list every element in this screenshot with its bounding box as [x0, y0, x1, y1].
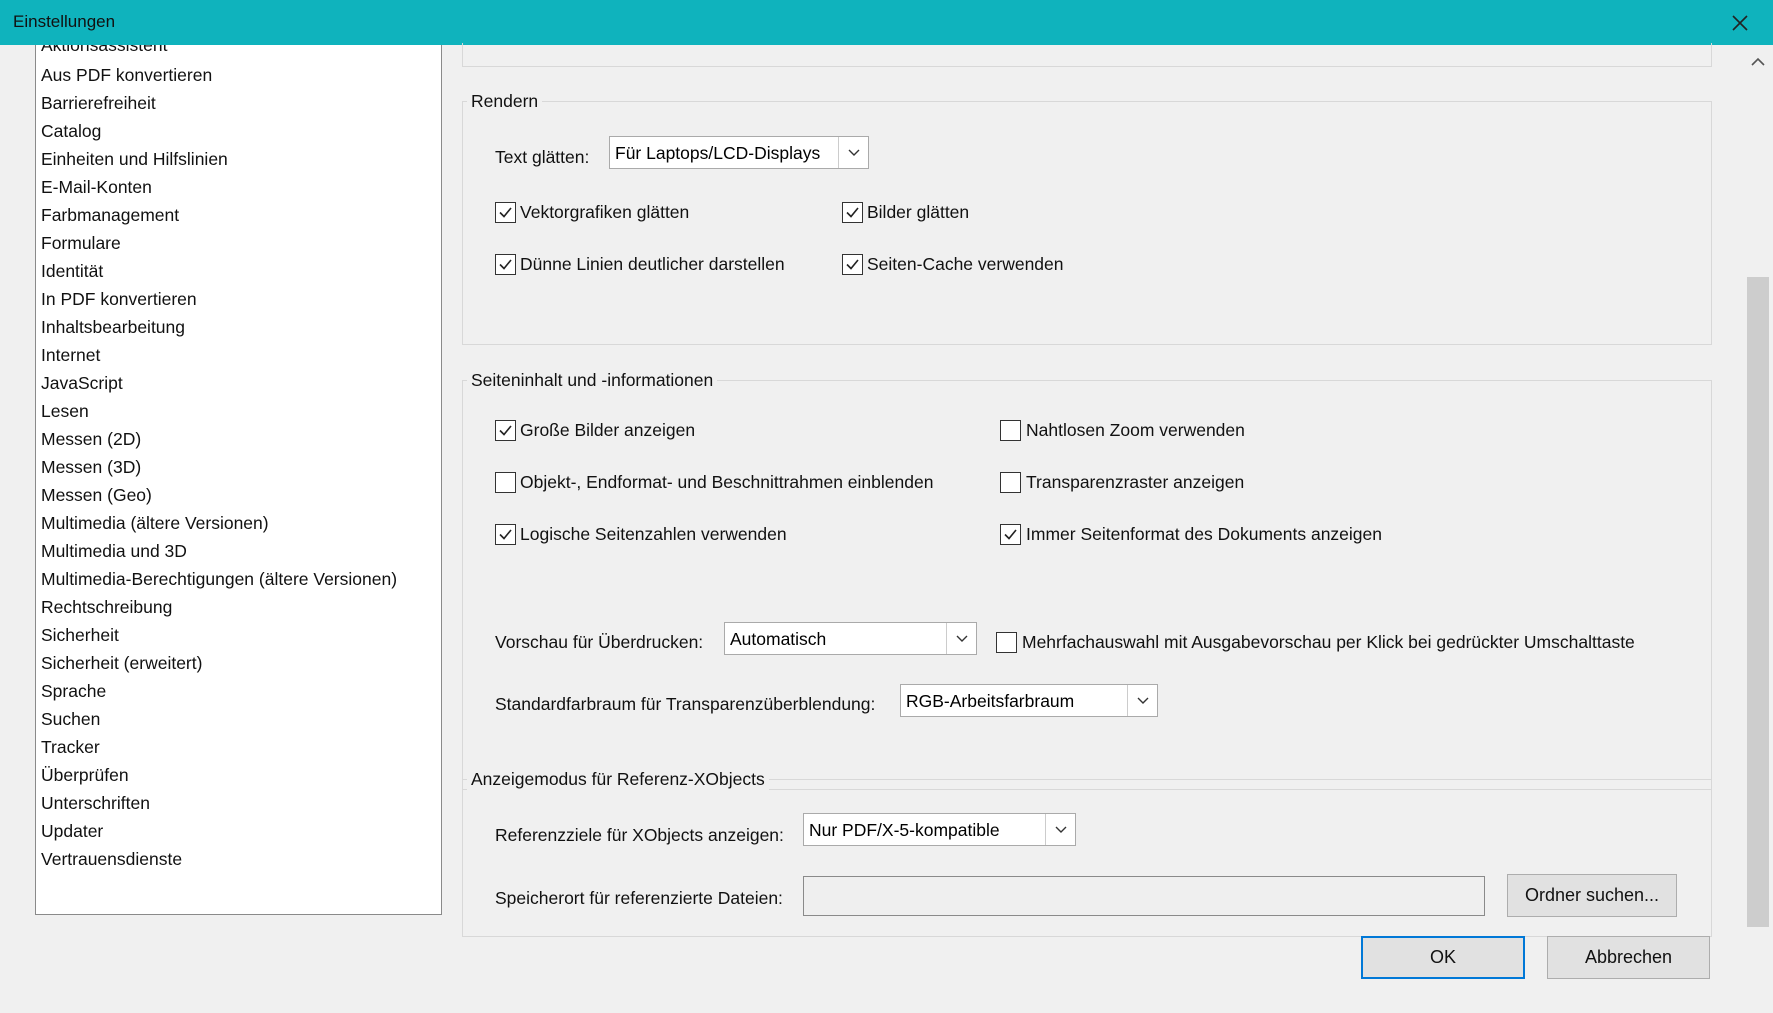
sidebar-item-farbmanagement[interactable]: Farbmanagement	[41, 205, 179, 226]
sidebar-item-ueberpruefen[interactable]: Überprüfen	[41, 765, 129, 786]
chevron-up-icon[interactable]	[1751, 53, 1765, 71]
xobjects-location-label: Speicherort für referenzierte Dateien:	[495, 888, 783, 908]
sidebar-item-messen-3d[interactable]: Messen (3D)	[41, 457, 141, 478]
sidebar-item-aktionsassistent[interactable]: Aktionsassistent	[41, 45, 167, 56]
close-icon[interactable]	[1725, 8, 1755, 38]
large-images-checkbox[interactable]	[495, 420, 516, 441]
sidebar-item-multimedia-aeltere[interactable]: Multimedia (ältere Versionen)	[41, 513, 269, 534]
art-trim-bleed-label: Objekt-, Endformat- und Beschnittrahmen …	[520, 472, 934, 492]
thin-lines-checkbox[interactable]	[495, 254, 516, 275]
sidebar-item-in-pdf-konvertieren[interactable]: In PDF konvertieren	[41, 289, 197, 310]
page-content-group	[462, 380, 1712, 790]
overprint-label: Vorschau für Überdrucken:	[495, 632, 704, 652]
page-content-group-title: Seiteninhalt und -informationen	[467, 370, 718, 391]
blend-space-value: RGB-Arbeitsfarbraum	[906, 691, 1075, 711]
smooth-zoom-checkbox[interactable]	[1000, 420, 1021, 441]
blend-space-label: Standardfarbraum für Transparenzüberblen…	[495, 694, 876, 714]
title-bar: Einstellungen	[0, 0, 1773, 45]
sidebar-item-tracker[interactable]: Tracker	[41, 737, 100, 758]
text-smoothing-value: Für Laptops/LCD-Displays	[615, 143, 821, 163]
ok-button[interactable]: OK	[1361, 936, 1525, 979]
logical-page-numbers-checkbox[interactable]	[495, 524, 516, 545]
multi-select-checkbox[interactable]	[996, 632, 1017, 653]
vector-smoothing-checkbox[interactable]	[495, 202, 516, 223]
image-smoothing-label: Bilder glätten	[867, 202, 970, 222]
window-title: Einstellungen	[13, 12, 116, 31]
sidebar-item-einheiten[interactable]: Einheiten und Hilfslinien	[41, 149, 228, 170]
sidebar-item-barrierefreiheit[interactable]: Barrierefreiheit	[41, 93, 156, 114]
xobjects-targets-label: Referenzziele für XObjects anzeigen:	[495, 825, 784, 845]
sidebar-item-rechtschreibung[interactable]: Rechtschreibung	[41, 597, 172, 618]
image-smoothing-checkbox[interactable]	[842, 202, 863, 223]
sidebar-item-unterschriften[interactable]: Unterschriften	[41, 793, 150, 814]
sidebar-item-identitaet[interactable]: Identität	[41, 261, 103, 282]
smooth-zoom-label: Nahtlosen Zoom verwenden	[1026, 420, 1245, 440]
text-smoothing-select[interactable]: Für Laptops/LCD-Displays	[609, 136, 869, 169]
multi-select-label: Mehrfachauswahl mit Ausgabevorschau per …	[1022, 632, 1635, 652]
always-page-size-checkbox[interactable]	[1000, 524, 1021, 545]
art-trim-bleed-checkbox[interactable]	[495, 472, 516, 493]
chevron-down-icon	[1045, 814, 1075, 845]
xobjects-targets-value: Nur PDF/X-5-kompatible	[809, 820, 1000, 840]
sidebar-item-vertrauensdienste[interactable]: Vertrauensdienste	[41, 849, 182, 870]
sidebar-item-aus-pdf-konvertieren[interactable]: Aus PDF konvertieren	[41, 65, 212, 86]
xobjects-location-field[interactable]	[803, 876, 1485, 916]
sidebar-item-inhaltsbearbeitung[interactable]: Inhaltsbearbeitung	[41, 317, 185, 338]
overprint-value: Automatisch	[730, 629, 827, 649]
sidebar-item-formulare[interactable]: Formulare	[41, 233, 121, 254]
cancel-button[interactable]: Abbrechen	[1547, 936, 1710, 979]
sidebar-item-internet[interactable]: Internet	[41, 345, 100, 366]
sidebar-item-email-konten[interactable]: E-Mail-Konten	[41, 177, 152, 198]
sidebar-item-sicherheit[interactable]: Sicherheit	[41, 625, 119, 646]
sidebar-item-catalog[interactable]: Catalog	[41, 121, 101, 142]
sidebar-item-multimedia-3d[interactable]: Multimedia und 3D	[41, 541, 187, 562]
sidebar-item-javascript[interactable]: JavaScript	[41, 373, 123, 394]
vertical-scrollbar[interactable]	[1745, 45, 1771, 1013]
sidebar-item-messen-2d[interactable]: Messen (2D)	[41, 429, 141, 450]
rendern-group-title: Rendern	[467, 91, 543, 112]
dialog-body: Aktionsassistent Aus PDF konvertieren Ba…	[0, 43, 1773, 1013]
overprint-select[interactable]: Automatisch	[724, 622, 977, 655]
thin-lines-label: Dünne Linien deutlicher darstellen	[520, 254, 785, 274]
sidebar-item-lesen[interactable]: Lesen	[41, 401, 89, 422]
page-cache-checkbox[interactable]	[842, 254, 863, 275]
browse-folder-button[interactable]: Ordner suchen...	[1507, 874, 1677, 917]
chevron-down-icon	[1127, 685, 1157, 716]
previous-group-box	[462, 43, 1712, 67]
category-list[interactable]: Aktionsassistent Aus PDF konvertieren Ba…	[35, 45, 442, 915]
sidebar-item-messen-geo[interactable]: Messen (Geo)	[41, 485, 152, 506]
blend-space-select[interactable]: RGB-Arbeitsfarbraum	[900, 684, 1158, 717]
xobjects-group-title: Anzeigemodus für Referenz-XObjects	[467, 769, 769, 790]
large-images-label: Große Bilder anzeigen	[520, 420, 696, 440]
xobjects-targets-select[interactable]: Nur PDF/X-5-kompatible	[803, 813, 1076, 846]
chevron-down-icon	[838, 137, 868, 168]
sidebar-item-sicherheit-erweitert[interactable]: Sicherheit (erweitert)	[41, 653, 202, 674]
sidebar-item-updater[interactable]: Updater	[41, 821, 103, 842]
text-smoothing-label: Text glätten:	[495, 147, 590, 167]
vector-smoothing-label: Vektorgrafiken glätten	[520, 202, 690, 222]
page-cache-label: Seiten-Cache verwenden	[867, 254, 1064, 274]
always-page-size-label: Immer Seitenformat des Dokuments anzeige…	[1026, 524, 1382, 544]
chevron-down-icon	[946, 623, 976, 654]
sidebar-item-sprache[interactable]: Sprache	[41, 681, 106, 702]
scrollbar-thumb[interactable]	[1747, 277, 1769, 927]
sidebar-item-suchen[interactable]: Suchen	[41, 709, 100, 730]
logical-page-numbers-label: Logische Seitenzahlen verwenden	[520, 524, 787, 544]
transparency-grid-label: Transparenzraster anzeigen	[1026, 472, 1245, 492]
transparency-grid-checkbox[interactable]	[1000, 472, 1021, 493]
sidebar-item-multimedia-berechtigungen[interactable]: Multimedia-Berechtigungen (ältere Versio…	[41, 569, 397, 590]
